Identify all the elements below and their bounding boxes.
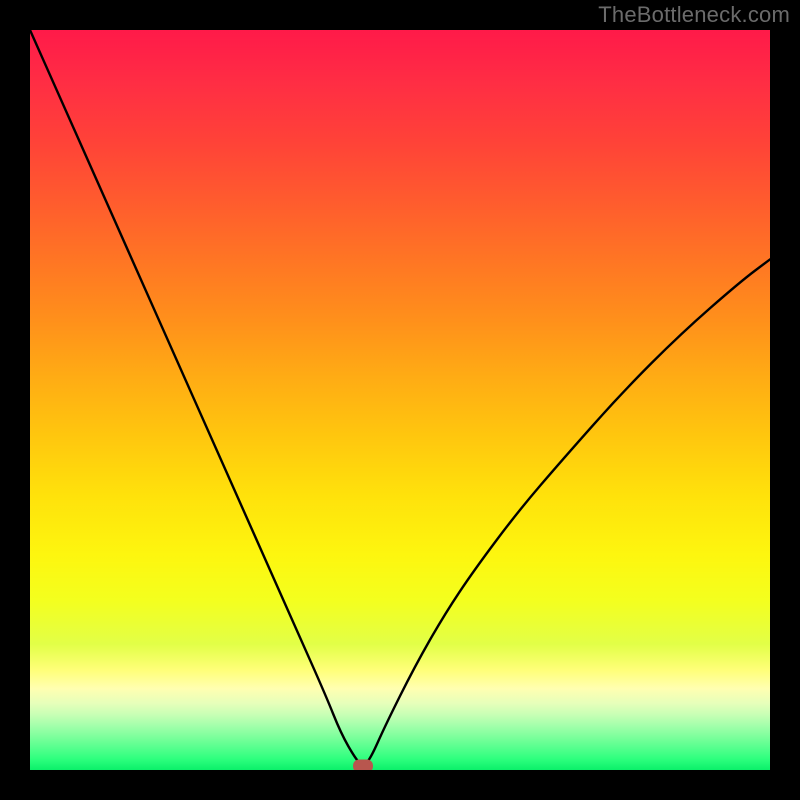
watermark-text: TheBottleneck.com	[598, 2, 790, 28]
bottleneck-curve	[30, 30, 770, 770]
plot-area	[30, 30, 770, 770]
optimum-marker	[353, 760, 373, 770]
chart-frame: TheBottleneck.com	[0, 0, 800, 800]
